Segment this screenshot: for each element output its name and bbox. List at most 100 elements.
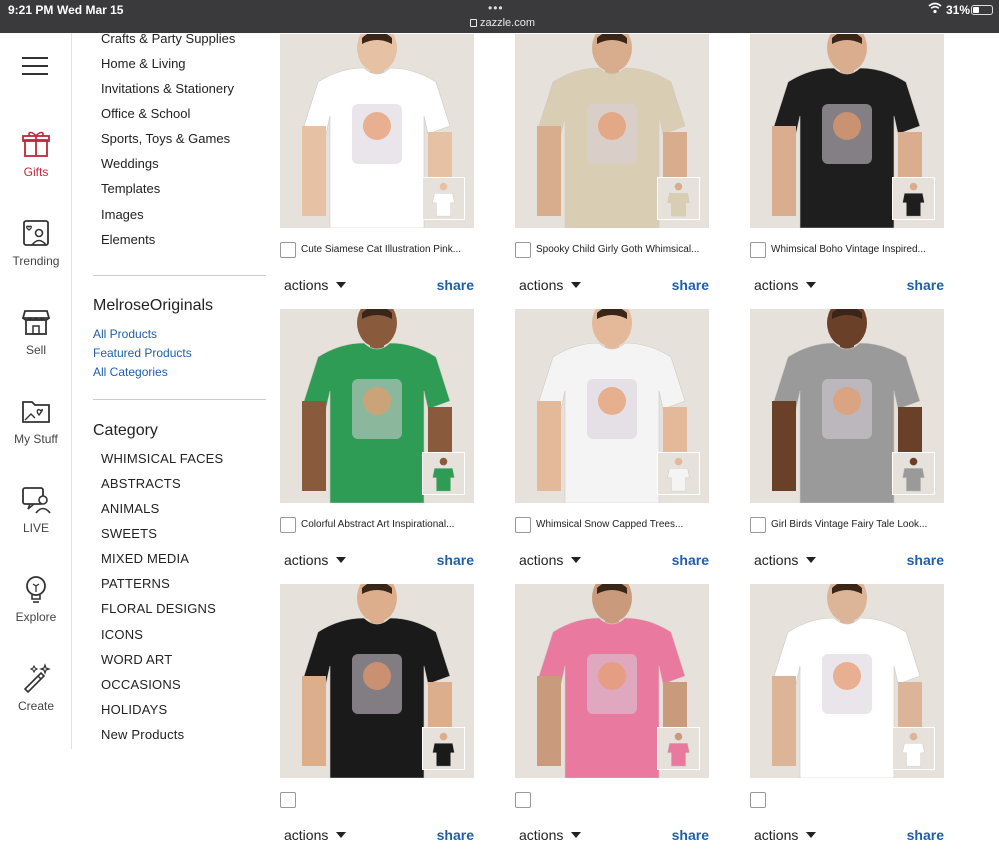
product-card[interactable]: Whimsical Snow Capped Trees... actions s…	[515, 309, 711, 579]
actions-dropdown[interactable]: actions	[519, 277, 582, 293]
actions-dropdown[interactable]: actions	[754, 277, 817, 293]
category-sidebar: Crafts & Party Supplies Home & Living In…	[72, 33, 272, 749]
product-card[interactable]: Whimsical Boho Vintage Inspired... actio…	[750, 34, 946, 304]
select-checkbox[interactable]	[750, 242, 766, 258]
category-link[interactable]: Office & School	[101, 106, 190, 121]
select-checkbox[interactable]	[280, 242, 296, 258]
share-link[interactable]: share	[907, 827, 944, 843]
product-title[interactable]: Colorful Abstract Art Inspirational...	[301, 519, 454, 530]
product-title[interactable]: Whimsical Boho Vintage Inspired...	[771, 244, 926, 255]
product-title[interactable]: Girl Birds Vintage Fairy Tale Look...	[771, 519, 927, 530]
actions-dropdown[interactable]: actions	[284, 827, 347, 843]
thumbnail-image	[658, 178, 699, 219]
share-link[interactable]: share	[672, 827, 709, 843]
actions-dropdown[interactable]: actions	[754, 827, 817, 843]
product-thumbnail[interactable]	[657, 177, 700, 220]
share-link[interactable]: share	[907, 277, 944, 293]
rail-item-create[interactable]: Create	[0, 663, 72, 713]
left-nav-rail: Gifts Trending Sell My Stuff LIVE Explor…	[0, 33, 72, 749]
category-link[interactable]: Elements	[101, 232, 155, 247]
select-checkbox[interactable]	[750, 517, 766, 533]
select-checkbox[interactable]	[515, 792, 531, 808]
store-category-link[interactable]: HOLIDAYS	[101, 702, 167, 717]
category-link[interactable]: Weddings	[101, 156, 159, 171]
select-checkbox[interactable]	[515, 517, 531, 533]
product-card[interactable]: Girl Birds Vintage Fairy Tale Look... ac…	[750, 309, 946, 579]
product-image[interactable]	[280, 309, 474, 503]
share-link[interactable]: share	[907, 552, 944, 568]
store-category-link[interactable]: OCCASIONS	[101, 677, 181, 692]
share-link[interactable]: share	[672, 552, 709, 568]
rail-item-live[interactable]: LIVE	[0, 485, 72, 535]
store-category-link[interactable]: PATTERNS	[101, 576, 170, 591]
product-image[interactable]	[515, 309, 709, 503]
product-card[interactable]: actions share	[515, 584, 711, 854]
actions-label: actions	[519, 552, 564, 568]
store-category-link[interactable]: SWEETS	[101, 526, 157, 541]
rail-item-my-stuff[interactable]: My Stuff	[0, 396, 72, 446]
share-link[interactable]: share	[437, 827, 474, 843]
multitasking-dots-icon[interactable]: •••	[488, 1, 504, 15]
rail-item-gifts[interactable]: Gifts	[0, 129, 72, 179]
hamburger-menu-icon[interactable]	[22, 57, 48, 75]
thumbnail-image	[423, 453, 464, 494]
product-image[interactable]	[515, 34, 709, 228]
store-category-link[interactable]: FLORAL DESIGNS	[101, 601, 216, 616]
actions-label: actions	[754, 827, 799, 843]
product-thumbnail[interactable]	[892, 452, 935, 495]
product-title[interactable]: Cute Siamese Cat Illustration Pink...	[301, 244, 461, 255]
category-link[interactable]: Invitations & Stationery	[101, 81, 234, 96]
store-link-all-categories[interactable]: All Categories	[93, 365, 168, 379]
product-thumbnail[interactable]	[657, 452, 700, 495]
product-title[interactable]: Whimsical Snow Capped Trees...	[536, 519, 683, 530]
select-checkbox[interactable]	[280, 517, 296, 533]
store-category-link[interactable]: ANIMALS	[101, 501, 159, 516]
product-card[interactable]: Colorful Abstract Art Inspirational... a…	[280, 309, 476, 579]
share-link[interactable]: share	[437, 552, 474, 568]
product-image[interactable]	[750, 309, 944, 503]
store-category-link[interactable]: ABSTRACTS	[101, 476, 181, 491]
store-category-link[interactable]: WHIMSICAL FACES	[101, 451, 223, 466]
caret-down-icon	[336, 557, 347, 563]
product-card[interactable]: Cute Siamese Cat Illustration Pink... ac…	[280, 34, 476, 304]
product-title[interactable]: Spooky Child Girly Goth Whimsical...	[536, 244, 699, 255]
store-category-link[interactable]: WORD ART	[101, 652, 172, 667]
product-image[interactable]	[280, 34, 474, 228]
product-thumbnail[interactable]	[422, 452, 465, 495]
actions-label: actions	[284, 827, 329, 843]
share-link[interactable]: share	[672, 277, 709, 293]
actions-dropdown[interactable]: actions	[519, 552, 582, 568]
rail-item-sell[interactable]: Sell	[0, 307, 72, 357]
store-category-link[interactable]: New Products	[101, 727, 184, 742]
product-card[interactable]: Spooky Child Girly Goth Whimsical... act…	[515, 34, 711, 304]
actions-dropdown[interactable]: actions	[284, 277, 347, 293]
rail-item-trending[interactable]: Trending	[0, 218, 72, 268]
magic-wand-icon	[23, 663, 51, 693]
store-category-link[interactable]: MIXED MEDIA	[101, 551, 189, 566]
store-link-featured-products[interactable]: Featured Products	[93, 346, 192, 360]
rail-item-explore[interactable]: Explore	[0, 574, 72, 624]
actions-label: actions	[754, 277, 799, 293]
category-link[interactable]: Images	[101, 207, 144, 222]
select-checkbox[interactable]	[280, 792, 296, 808]
category-link[interactable]: Templates	[101, 181, 160, 196]
store-category-link[interactable]: ICONS	[101, 627, 143, 642]
address-bar[interactable]: zazzle.com	[470, 17, 535, 29]
product-thumbnail[interactable]	[422, 177, 465, 220]
select-checkbox[interactable]	[515, 242, 531, 258]
thumbnail-image	[893, 178, 934, 219]
actions-dropdown[interactable]: actions	[519, 827, 582, 843]
category-link[interactable]: Crafts & Party Supplies	[101, 33, 235, 46]
actions-label: actions	[754, 552, 799, 568]
product-card[interactable]: actions share	[750, 584, 946, 854]
share-link[interactable]: share	[437, 277, 474, 293]
product-image[interactable]	[750, 34, 944, 228]
product-thumbnail[interactable]	[892, 177, 935, 220]
actions-dropdown[interactable]: actions	[754, 552, 817, 568]
product-card[interactable]: actions share	[280, 584, 476, 854]
category-link[interactable]: Home & Living	[101, 56, 186, 71]
store-link-all-products[interactable]: All Products	[93, 327, 157, 341]
actions-dropdown[interactable]: actions	[284, 552, 347, 568]
category-link[interactable]: Sports, Toys & Games	[101, 131, 230, 146]
select-checkbox[interactable]	[750, 792, 766, 808]
